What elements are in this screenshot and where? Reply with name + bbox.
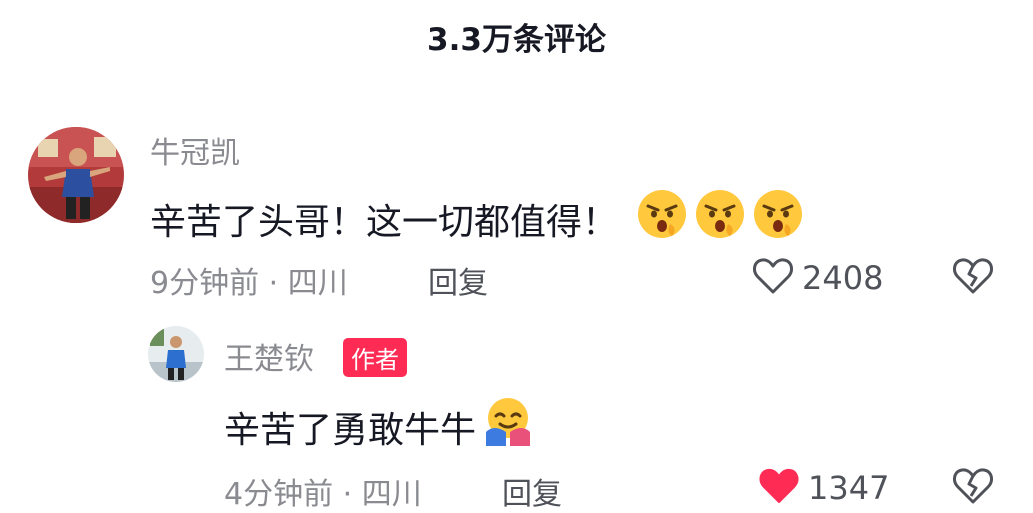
broken-heart-icon: [952, 468, 994, 510]
avatar[interactable]: [28, 127, 124, 223]
angry-face-emoji: [752, 188, 804, 249]
broken-heart-icon: [952, 258, 994, 300]
dislike-button[interactable]: [952, 256, 994, 300]
reply-text: 辛苦了勇敢牛牛: [224, 396, 534, 457]
heart-filled-icon: [758, 466, 800, 510]
avatar[interactable]: [148, 326, 204, 382]
author-badge: 作者: [343, 338, 407, 377]
angry-face-emoji: [694, 188, 746, 249]
angry-face-emoji: [636, 188, 688, 249]
reply-button[interactable]: 回复: [428, 258, 488, 302]
like-count: 2408: [802, 259, 884, 297]
like-button[interactable]: 2408: [752, 256, 883, 300]
comment-text: 辛苦了头哥！这一切都值得！: [150, 188, 804, 249]
heart-outline-icon: [752, 256, 794, 300]
comment-body: 辛苦了头哥！这一切都值得！: [150, 201, 619, 243]
like-count: 1347: [808, 469, 890, 507]
reply-body: 辛苦了勇敢牛牛: [224, 409, 477, 451]
comments-count-title: 3.3万条评论: [427, 22, 606, 58]
like-button[interactable]: 1347: [758, 466, 889, 510]
comment-meta: 9分钟前 · 四川: [150, 266, 348, 301]
dislike-button[interactable]: [952, 466, 994, 510]
hugging-face-emoji: [482, 396, 534, 457]
reply-meta: 4分钟前 · 四川: [224, 477, 422, 512]
comment-author-name[interactable]: 牛冠凯: [150, 128, 240, 172]
reply-author-name[interactable]: 王楚钦: [224, 334, 314, 378]
reply-button[interactable]: 回复: [502, 469, 562, 513]
